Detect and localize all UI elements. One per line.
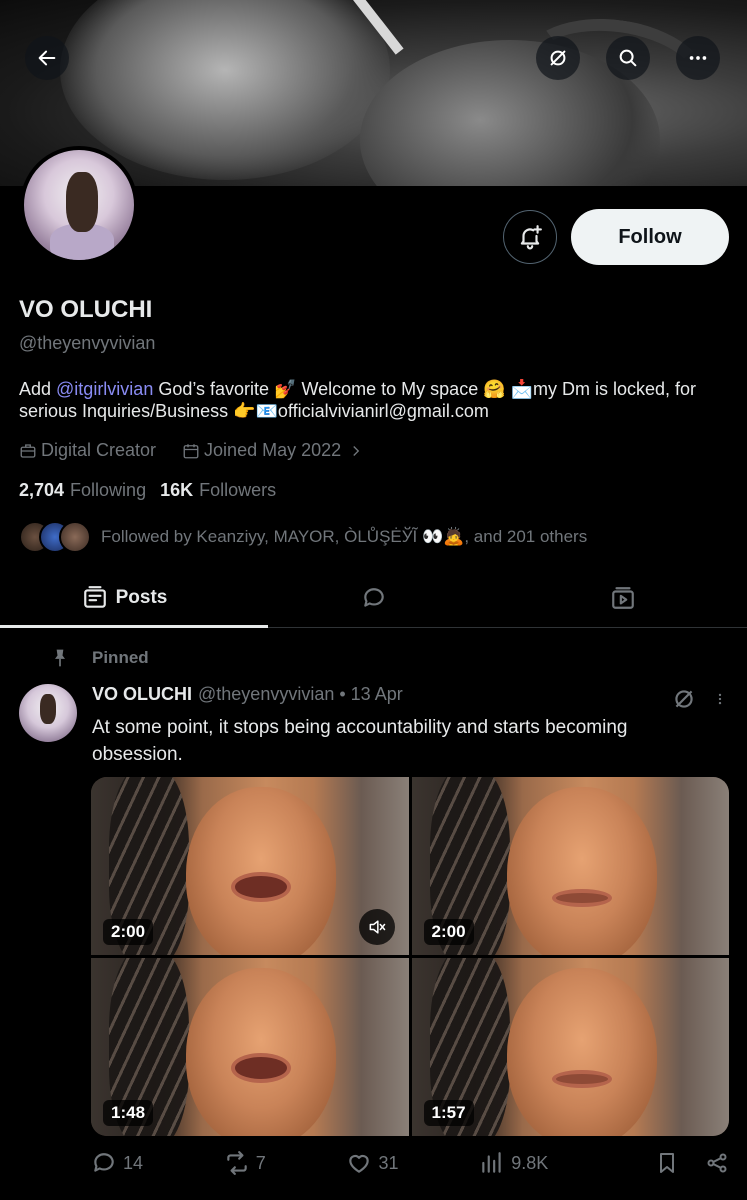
profile-meta: Digital Creator Joined May 2022 bbox=[19, 440, 391, 461]
profile-bio: Add @itgirlvivian God’s favorite 💅 Welco… bbox=[19, 378, 734, 422]
grok-button[interactable] bbox=[536, 36, 580, 80]
media-icon bbox=[611, 586, 634, 609]
like-button[interactable]: 31 bbox=[346, 1150, 399, 1176]
video-frame-detail bbox=[551, 889, 612, 907]
speaker-muted-icon bbox=[369, 920, 385, 934]
active-tab-indicator bbox=[0, 625, 268, 628]
following-link[interactable]: 2,704 Following bbox=[19, 480, 146, 501]
bio-mention-link[interactable]: @itgirlvivian bbox=[56, 379, 153, 399]
replies-icon bbox=[363, 587, 384, 607]
tab-replies[interactable] bbox=[249, 568, 498, 627]
video-thumbnail[interactable]: 2:00 bbox=[411, 777, 729, 955]
repost-icon bbox=[227, 1151, 247, 1175]
repost-count: 7 bbox=[255, 1152, 266, 1173]
post-separator: • bbox=[339, 684, 346, 704]
profile-name: VO OLUCHI bbox=[19, 296, 153, 323]
grok-icon[interactable] bbox=[671, 686, 697, 712]
tab-posts[interactable]: Posts bbox=[0, 568, 268, 628]
more-icon bbox=[689, 56, 707, 60]
video-frame-detail bbox=[231, 1053, 291, 1083]
followed-by[interactable]: Followed by Keanziyy, MAYOR, ÒLŮŞĖЎĨ 👀🙇,… bbox=[19, 521, 587, 553]
profile-avatar[interactable] bbox=[20, 146, 138, 264]
share-icon[interactable] bbox=[705, 1151, 729, 1175]
search-icon bbox=[619, 49, 637, 67]
bio-prefix: Add bbox=[19, 379, 57, 399]
posts-icon bbox=[83, 585, 106, 608]
post-date[interactable]: 13 Apr bbox=[351, 684, 403, 705]
notifications-button[interactable] bbox=[503, 210, 557, 264]
video-duration: 1:48 bbox=[103, 1100, 154, 1126]
following-label: Following bbox=[70, 480, 147, 500]
category-label: Digital Creator bbox=[41, 440, 157, 460]
tab-posts-label: Posts bbox=[115, 586, 168, 608]
tab-media[interactable] bbox=[498, 568, 747, 627]
video-frame-detail bbox=[506, 968, 657, 1136]
repost-button[interactable]: 7 bbox=[224, 1150, 266, 1176]
like-count: 31 bbox=[378, 1152, 399, 1173]
followed-by-avatars bbox=[19, 521, 91, 553]
profile-joined[interactable]: Joined May 2022 bbox=[182, 440, 365, 461]
more-button[interactable] bbox=[676, 36, 720, 80]
reply-count: 14 bbox=[123, 1152, 144, 1173]
video-frame-detail bbox=[186, 968, 336, 1136]
more-vertical-icon[interactable] bbox=[713, 687, 727, 711]
followers-label: Followers bbox=[199, 480, 277, 500]
views-icon bbox=[482, 1152, 501, 1173]
pinned-indicator: Pinned bbox=[50, 648, 149, 668]
followed-by-text: Followed by Keanziyy, MAYOR, ÒLŮŞĖЎĨ 👀🙇,… bbox=[101, 527, 588, 546]
bookmark-icon[interactable] bbox=[655, 1151, 679, 1175]
post-header: VO OLUCHI @theyenvyvivian • 13 Apr bbox=[92, 684, 403, 705]
pinned-label: Pinned bbox=[92, 648, 149, 667]
followers-count: 16K bbox=[160, 480, 194, 500]
video-duration: 1:57 bbox=[423, 1100, 474, 1126]
video-duration: 2:00 bbox=[423, 919, 474, 945]
post-author-name[interactable]: VO OLUCHI bbox=[92, 684, 192, 705]
view-count: 9.8K bbox=[511, 1152, 549, 1173]
video-thumbnail[interactable]: 2:00 bbox=[91, 777, 409, 955]
video-thumbnail[interactable]: 1:48 bbox=[91, 958, 409, 1136]
follow-counts: 2,704 Following 16K Followers bbox=[19, 480, 290, 501]
reply-button[interactable]: 14 bbox=[91, 1150, 143, 1176]
mini-avatar bbox=[59, 521, 91, 553]
heart-icon bbox=[349, 1154, 370, 1173]
views-button[interactable]: 9.8K bbox=[479, 1150, 548, 1176]
arrow-left-icon bbox=[38, 50, 56, 66]
search-button[interactable] bbox=[606, 36, 650, 80]
calendar-icon bbox=[183, 443, 199, 458]
post-text: At some point, it stops being accountabi… bbox=[92, 717, 628, 765]
followers-link[interactable]: 16K Followers bbox=[160, 480, 276, 501]
chevron-right-icon bbox=[353, 445, 360, 456]
post-secondary-actions bbox=[629, 1151, 729, 1175]
briefcase-icon bbox=[20, 443, 36, 458]
joined-label: Joined May 2022 bbox=[204, 440, 342, 460]
post-media-grid: 2:00 2:00 1:48 1:57 bbox=[91, 777, 729, 1136]
profile-tabs: Posts bbox=[0, 568, 747, 628]
video-frame-detail bbox=[231, 872, 291, 902]
following-count: 2,704 bbox=[19, 480, 65, 500]
profile-category: Digital Creator bbox=[19, 440, 156, 461]
video-frame-detail bbox=[551, 1070, 612, 1088]
video-duration: 2:00 bbox=[103, 919, 154, 945]
post-actions: 14 7 31 9.8K bbox=[91, 1150, 729, 1176]
reply-icon bbox=[94, 1153, 114, 1172]
pin-icon bbox=[55, 649, 65, 667]
video-frame-detail bbox=[506, 787, 657, 955]
post-header-icons bbox=[671, 686, 727, 712]
back-button[interactable] bbox=[25, 36, 69, 80]
video-frame-detail bbox=[186, 787, 336, 955]
video-thumbnail[interactable]: 1:57 bbox=[411, 958, 729, 1136]
profile-handle: @theyenvyvivian bbox=[19, 333, 156, 353]
post-author-avatar[interactable] bbox=[19, 684, 77, 742]
grok-icon bbox=[550, 50, 566, 66]
mute-button[interactable] bbox=[358, 909, 395, 945]
follow-button[interactable]: Follow bbox=[571, 209, 729, 265]
post-author-handle[interactable]: @theyenvyvivian bbox=[198, 684, 334, 705]
bell-plus-icon bbox=[520, 225, 542, 250]
banner-image-detail bbox=[60, 0, 390, 180]
